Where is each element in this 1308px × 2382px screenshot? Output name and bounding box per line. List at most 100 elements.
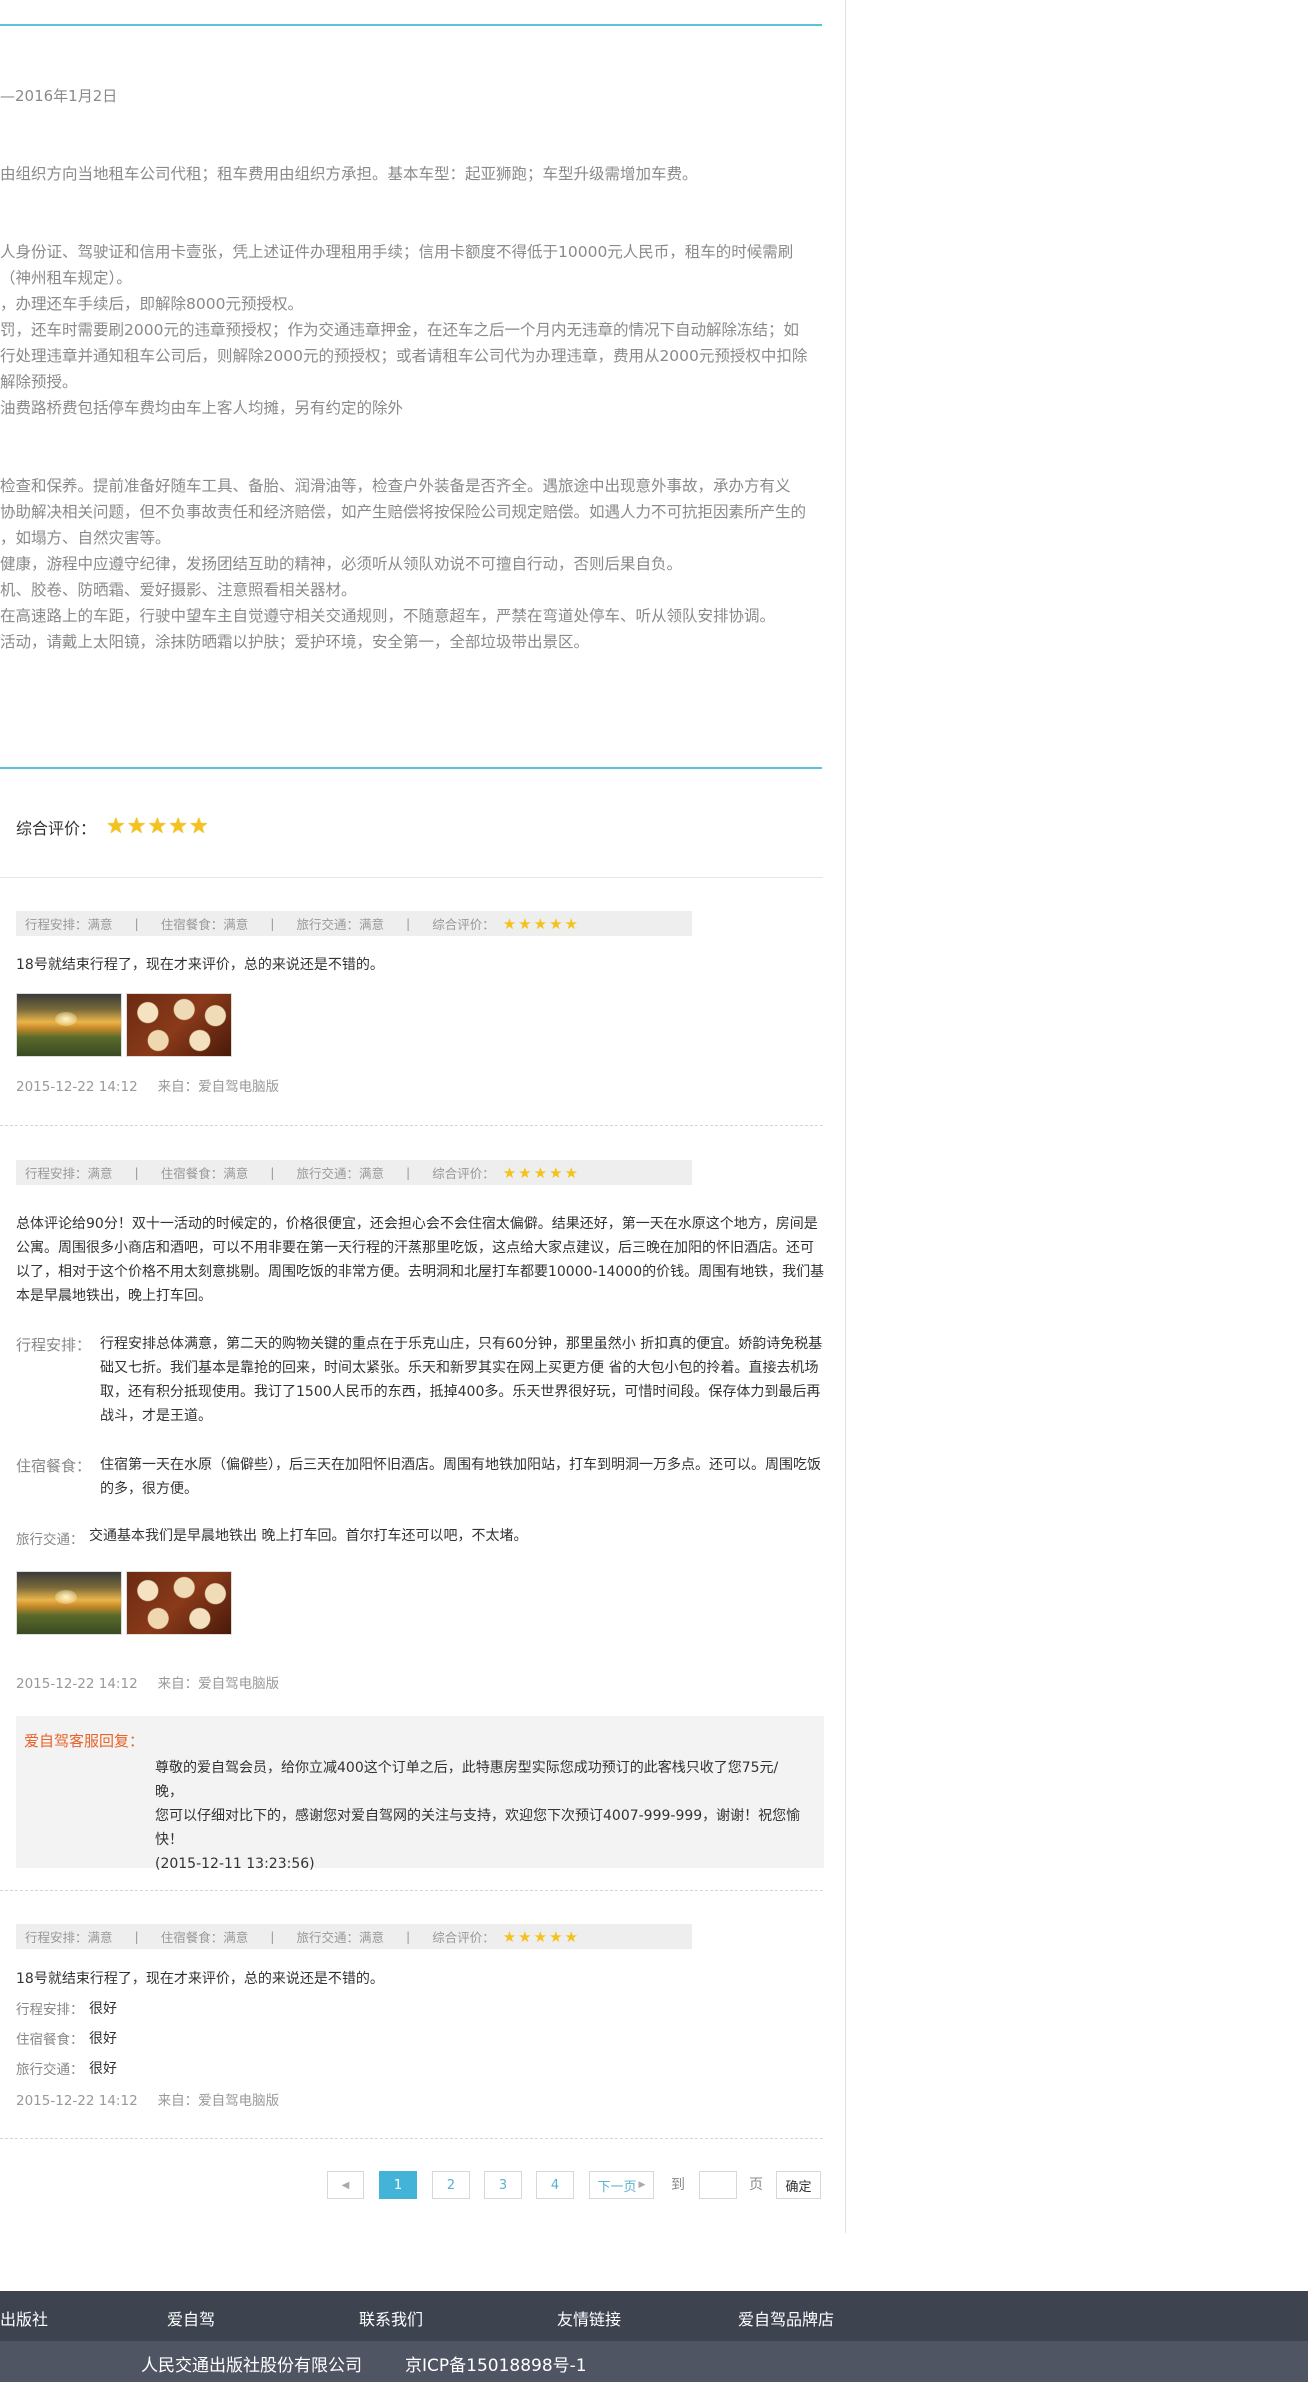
review-meta: 2015-12-22 14:12 来自：爱自驾电脑版 [16,2089,279,2109]
rule-line [0,187,830,213]
review-photo-food[interactable] [126,1571,232,1635]
footer-link-friends[interactable]: 友情链接 [557,2306,621,2330]
review-paragraph-line: 总体评论给90分！双十一活动的时候定的，价格很便宜，还会担心会不会住宿太偏僻。结… [16,1216,818,1232]
rule-line: 由组织方向当地租车公司代租；租车费用由组织方承担。基本车型：起亚狮跑；车型升级需… [0,165,698,183]
review-source: 来自：爱自驾电脑版 [157,2093,280,2109]
review-meta: 2015-12-22 14:12 来自：爱自驾电脑版 [16,1075,279,1095]
rule-line: 人身份证、驾驶证和信用卡壹张，凭上述证件办理租用手续；信用卡额度不得低于1000… [0,243,794,261]
star-icon: ★ [126,814,147,839]
service-reply-body: 尊敬的爱自驾会员，给你立减400这个订单之后，此特惠房型实际您成功预订的此客栈只… [155,1756,805,1876]
lodging-value: 很好 [89,2031,117,2047]
review-date: 2015-12-22 14:12 [16,2093,138,2109]
review-divider [0,1125,823,1126]
confirm-button[interactable]: 确定 [776,2171,821,2199]
rule-line: 机、胶卷、防晒霜、爱好摄影、注意照看相关器材。 [0,581,357,599]
star-icon: ★ [533,1927,548,1946]
rule-line: 解除预授。 [0,373,78,391]
traffic-detail: 交通基本我们是早晨地铁出 晚上打车回。首尔打车还可以吧，不太堵。 [89,1528,528,1544]
review-photo-sunset[interactable] [16,993,122,1057]
star-icon: ★ [106,814,126,839]
star-icon: ★ [518,1927,532,1946]
footer-link-aizijia[interactable]: 爱自驾 [167,2306,215,2330]
review-text: 18号就结束行程了，现在才来评价，总的来说还是不错的。 [16,1971,384,1987]
star-icon: ★ [533,914,548,933]
review-divider [0,2138,823,2139]
service-reply: 爱自驾客服回复： 尊敬的爱自驾会员，给你立减400这个订单之后，此特惠房型实际您… [16,1716,824,1872]
next-page-button[interactable]: 下一页 ▶ [589,2171,654,2199]
review-paragraph-line: 公寓。周围很多小商店和酒吧，可以不用非要在第一天行程的汗蒸那里吃饭，这点给大家点… [16,1240,814,1256]
review-photo-sunset[interactable] [16,1571,122,1635]
star-icon: ★ [549,1927,563,1946]
itinerary-detail-line: 取，还有积分抵现使用。我订了1500人民币的东西，抵掉400多。乐天世界很好玩，… [100,1384,821,1400]
footer-link-brand-store[interactable]: 爱自驾品牌店 [738,2306,834,2330]
review-paragraph: 总体评论给90分！双十一活动的时候定的，价格很便宜，还会担心会不会住宿太偏僻。结… [16,1212,824,1308]
star-icon: ★ [502,914,517,933]
service-reply-line: 快！ [155,1832,183,1848]
section-divider-top [0,24,822,26]
rating-stars: ★ ★ ★ ★ ★ [503,1164,580,1182]
review-text: 18号就结束行程了，现在才来评价，总的来说还是不错的。 [16,957,384,973]
star-icon: ★ [564,914,578,933]
service-reply-label: 爱自驾客服回复： [24,1732,145,1750]
review-date: 2015-12-22 14:12 [16,1676,138,1692]
review-meta: 2015-12-22 14:12 来自：爱自驾电脑版 [16,1672,279,1692]
review-paragraph-line: 以了，相对于这个价格不用太刻意挑剔。周围吃饭的非常方便。去明洞和北屋打车都要10… [16,1264,825,1280]
rule-line: 罚，还车时需要刷2000元的违章预授权；作为交通违章押金，在还车之后一个月内无违… [0,321,799,339]
rule-line: 油费路桥费包括停车费均由车上客人均摊，另有约定的除外 [0,399,404,417]
rating-overall: 综合评价： [432,917,495,932]
review-divider [0,1890,823,1891]
itinerary-detail-line: 础又七折。我们基本是靠抢的回来，时间太紧张。乐天和新罗其实在网上买更方便 省的大… [100,1360,819,1376]
rule-line [0,447,830,473]
rating-itinerary: 行程安排：满意 [25,917,113,932]
rating-lodging: 住宿餐食：满意 [160,1166,249,1181]
overall-divider [0,877,823,878]
itinerary-label: 行程安排： [16,2002,84,2018]
footer-icp: 京ICP备15018898号-1 [405,2356,587,2376]
page-number-input[interactable] [699,2171,737,2199]
rule-line: ，办理还车手续后，即解除8000元预授权。 [0,295,303,313]
rating-lodging: 住宿餐食：满意 [160,1930,249,1945]
content-column-border [845,0,846,2233]
rule-line: （神州租车规定）。 [0,269,132,287]
rating-overall: 综合评价： [432,1166,495,1181]
overall-rating-label: 综合评价： [16,819,97,838]
review-photo-food[interactable] [126,993,232,1057]
section-divider-reviews [0,767,822,769]
star-icon: ★ [549,1163,563,1182]
footer-link-contact[interactable]: 联系我们 [359,2306,423,2330]
rating-overall: 综合评价： [432,1930,495,1945]
page-1-button[interactable]: 1 [379,2171,417,2199]
service-reply-line: 尊敬的爱自驾会员，给你立减400这个订单之后，此特惠房型实际您成功预订的此客栈只… [155,1760,779,1800]
footer-link-publisher[interactable]: 出版社 [0,2306,48,2330]
overall-stars: ★ ★ ★ ★ ★ [106,816,210,838]
lodging-detail-line: 住宿第一天在水原（偏僻些），后三天在加阳怀旧酒店。周围有地铁加阳站，打车到明洞一… [100,1457,821,1473]
itinerary-detail-line: 行程安排总体满意，第二天的购物关键的重点在于乐克山庄，只有60分钟，那里虽然小 … [100,1336,823,1352]
star-icon: ★ [502,1927,517,1946]
page-3-button[interactable]: 3 [484,2171,522,2199]
star-icon: ★ [549,914,563,933]
star-icon: ★ [518,1163,532,1182]
lodging-detail: 住宿第一天在水原（偏僻些），后三天在加阳怀旧酒店。周围有地铁加阳站，打车到明洞一… [100,1453,821,1501]
page-4-button[interactable]: 4 [536,2171,574,2199]
rating-traffic: 旅行交通：满意 [296,917,384,932]
review-source: 来自：爱自驾电脑版 [157,1079,280,1095]
rule-line [0,421,830,447]
rating-bar: 行程安排：满意 | 住宿餐食：满意 | 旅行交通：满意 | 综合评价： ★ ★ ★ ★ ★ [16,1160,692,1185]
star-icon: ★ [564,1163,578,1182]
star-icon: ★ [533,1163,548,1182]
rule-line: 在高速路上的车距，行驶中望车主自觉遵守相关交通规则，不随意超车，严禁在弯道处停车… [0,607,776,625]
lodging-label: 住宿餐食： [16,1457,92,1475]
review-date: 2015-12-22 14:12 [16,1079,138,1095]
itinerary-label: 行程安排： [16,1336,92,1354]
page-2-button[interactable]: 2 [432,2171,470,2199]
rating-itinerary: 行程安排：满意 [25,1930,113,1945]
service-reply-time: (2015-12-11 13:23:56) [155,1856,315,1872]
star-icon: ★ [168,814,188,839]
rating-itinerary: 行程安排：满意 [25,1166,113,1181]
rule-line [0,213,830,239]
lodging-label: 住宿餐食： [16,2032,84,2048]
itinerary-value: 很好 [89,2001,117,2017]
prev-page-button[interactable]: ◀ [327,2171,364,2199]
review-source: 来自：爱自驾电脑版 [157,1676,280,1692]
goto-label: 到 [671,2177,685,2193]
